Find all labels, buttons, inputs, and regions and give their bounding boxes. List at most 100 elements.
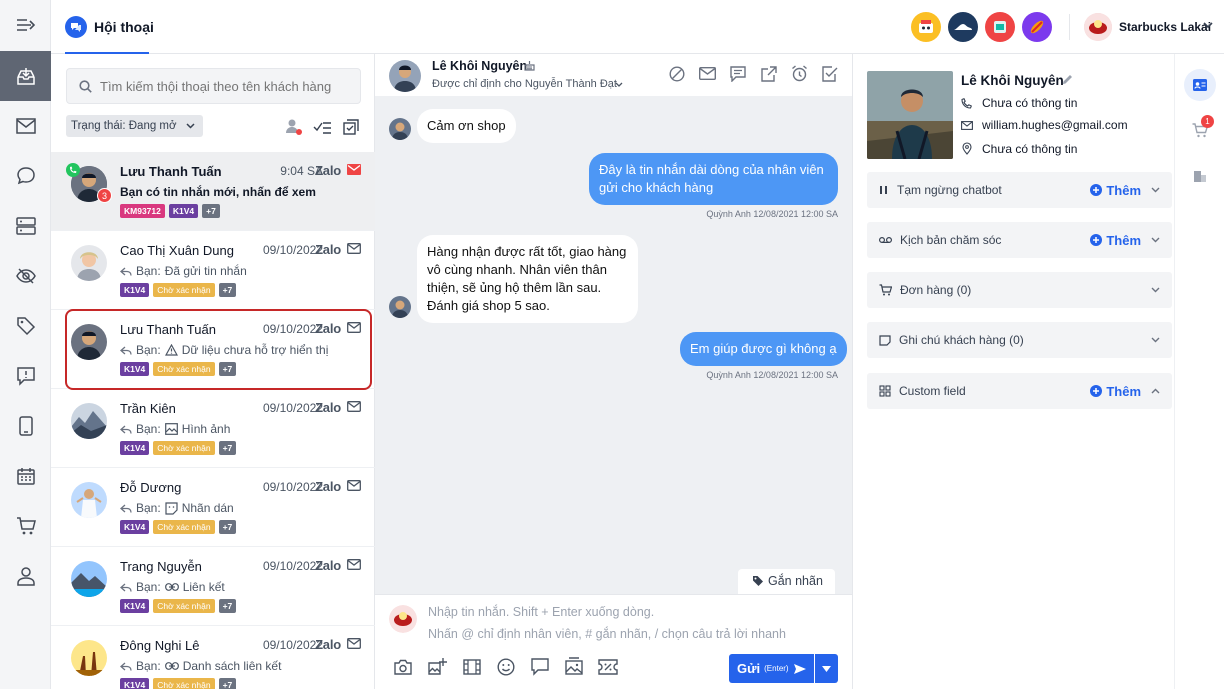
mail-icon <box>347 401 361 412</box>
conversation-item[interactable]: Đông Nghi Lê 09/10/2022 Zalo Bạn: Danh s… <box>51 626 375 689</box>
tag-list: K1V4 Chờ xác nhận +7 <box>120 283 237 297</box>
status-filter[interactable]: Trạng thái: Đang mở <box>66 115 203 137</box>
section-care-script[interactable]: Kịch bản chăm sóc Thêm <box>867 222 1172 258</box>
reply-icon <box>120 267 132 276</box>
conversation-preview: Bạn có tin nhắn mới, nhấn để xem <box>120 185 316 199</box>
video-icon[interactable] <box>463 659 481 675</box>
search-box[interactable] <box>66 68 361 104</box>
section-label: Kịch bản chăm sóc <box>900 233 1002 247</box>
conversation-item[interactable]: Cao Thị Xuân Dung 09/10/2022 Zalo Bạn: Đ… <box>51 231 375 310</box>
tag-list: K1V4 Chờ xác nhận +7 <box>120 441 237 455</box>
mail-icon <box>347 164 361 175</box>
composer-placeholder[interactable]: Nhập tin nhắn. Shift + Enter xuống dòng. <box>428 605 654 619</box>
avatar <box>71 403 107 439</box>
block-icon[interactable] <box>669 66 685 82</box>
avatar <box>71 640 107 676</box>
zalo-label: Zalo <box>315 558 341 573</box>
store-avatar-3[interactable] <box>985 12 1015 42</box>
document-icon <box>1194 171 1206 182</box>
section-customer-notes[interactable]: Ghi chú khách hàng (0) <box>867 322 1172 358</box>
chevron-down-icon[interactable] <box>615 82 623 87</box>
preview-text: Đã gửi tin nhắn <box>164 264 247 278</box>
quick-reply-icon[interactable] <box>531 658 549 676</box>
divider <box>1069 14 1070 40</box>
inbox-icon[interactable] <box>0 51 51 101</box>
coupon-icon[interactable] <box>598 659 618 675</box>
right-rail: 1 <box>1174 54 1224 689</box>
emoji-icon[interactable] <box>497 658 515 676</box>
conversation-item[interactable]: Trần Kiên 09/10/2022 Zalo Bạn: Hình ảnh … <box>51 389 375 468</box>
mail-icon[interactable] <box>699 67 716 80</box>
account-avatar[interactable] <box>1084 13 1112 41</box>
image-add-icon[interactable] <box>427 657 447 675</box>
check-list-icon[interactable] <box>313 119 333 135</box>
store-avatar-1[interactable] <box>911 12 941 42</box>
conversation-name: Trần Kiên <box>120 401 176 416</box>
history-tab[interactable] <box>1193 170 1207 184</box>
comment-icon[interactable] <box>730 66 746 82</box>
cart-icon[interactable] <box>0 501 51 551</box>
send-options-button[interactable] <box>815 654 838 683</box>
assigned-to[interactable]: Được chỉ định cho Nguyễn Thành Đạt <box>432 78 617 90</box>
reply-icon <box>120 583 132 592</box>
section-custom-field[interactable]: Custom field Thêm <box>867 373 1172 409</box>
tag: Chờ xác nhận <box>153 520 215 534</box>
mail-icon <box>347 638 361 649</box>
conversation-preview: Bạn: Liên kết <box>120 580 225 594</box>
feedback-icon[interactable] <box>0 351 51 401</box>
camera-icon[interactable] <box>394 659 412 675</box>
section-orders[interactable]: Đơn hàng (0) <box>867 272 1172 308</box>
add-label-button[interactable]: Gắn nhãn <box>738 569 835 594</box>
user-icon[interactable] <box>0 551 51 601</box>
eye-off-icon[interactable] <box>0 251 51 301</box>
preview-text: Liên kết <box>182 580 225 594</box>
collapse-menu-icon[interactable] <box>0 0 51 50</box>
gallery-icon[interactable] <box>565 657 583 675</box>
contact-card-tab[interactable] <box>1184 69 1216 101</box>
alarm-icon[interactable] <box>791 65 808 82</box>
assign-user-icon[interactable] <box>285 118 303 136</box>
conversation-item[interactable]: Trang Nguyễn 09/10/2022 Zalo Bạn: Liên k… <box>51 547 375 626</box>
account-name[interactable]: Starbucks Lakai <box>1119 20 1211 34</box>
task-check-icon[interactable] <box>822 66 838 82</box>
message-meta: Quỳnh Anh 12/08/2021 12:00 SA <box>706 370 838 380</box>
add-button[interactable]: Thêm <box>1090 384 1141 399</box>
cart-icon <box>879 284 892 296</box>
add-label: Thêm <box>1106 232 1141 248</box>
tab-conversations[interactable]: Hội thoại <box>94 19 154 35</box>
share-icon[interactable] <box>761 66 777 82</box>
section-label: Ghi chú khách hàng (0) <box>899 333 1024 347</box>
nav-rail <box>0 0 51 689</box>
section-pause-chatbot[interactable]: Tạm ngừng chatbot Thêm <box>867 172 1172 208</box>
search-input[interactable] <box>100 77 350 95</box>
chat-bubble-icon[interactable] <box>0 151 51 201</box>
zalo-label: Zalo <box>315 400 341 415</box>
server-icon[interactable] <box>0 201 51 251</box>
tag: K1V4 <box>120 283 150 297</box>
tag-icon[interactable] <box>0 301 51 351</box>
conversation-time: 09/10/2022 <box>262 401 323 415</box>
edit-icon[interactable] <box>1062 74 1073 85</box>
mobile-icon[interactable] <box>0 401 51 451</box>
note-icon <box>879 334 891 346</box>
send-button[interactable]: Gửi (Enter) <box>729 654 814 683</box>
tag: KM93712 <box>120 204 165 218</box>
conversation-item[interactable]: Đỗ Dương 09/10/2022 Zalo Bạn: Nhãn dán K… <box>51 468 375 547</box>
cart-tab[interactable]: 1 <box>1192 115 1214 138</box>
add-button[interactable]: Thêm <box>1090 233 1141 248</box>
calendar-icon[interactable] <box>0 451 51 501</box>
add-label: Thêm <box>1106 182 1141 198</box>
store-avatar-2[interactable] <box>948 12 978 42</box>
you-prefix: Bạn: <box>136 422 161 436</box>
mark-read-icon[interactable] <box>343 119 359 135</box>
store-avatar-4[interactable] <box>1022 12 1052 42</box>
chevron-down-icon[interactable] <box>1203 22 1213 29</box>
message-incoming: Hàng nhận được rất tốt, giao hàng vô cùn… <box>417 235 638 323</box>
mail-icon[interactable] <box>0 101 51 151</box>
chat-header: Lê Khôi Nguyên Được chỉ định cho Nguyễn … <box>375 54 852 96</box>
message-meta: Quỳnh Anh 12/08/2021 12:00 SA <box>706 209 838 219</box>
conversation-item[interactable]: 3 Lưu Thanh Tuấn 9:04 SA Zalo Bạn có tin… <box>51 152 375 231</box>
add-button[interactable]: Thêm <box>1090 183 1141 198</box>
conversation-name: Đông Nghi Lê <box>120 638 200 653</box>
customer-email[interactable]: william.hughes@gmail.com <box>982 118 1128 132</box>
